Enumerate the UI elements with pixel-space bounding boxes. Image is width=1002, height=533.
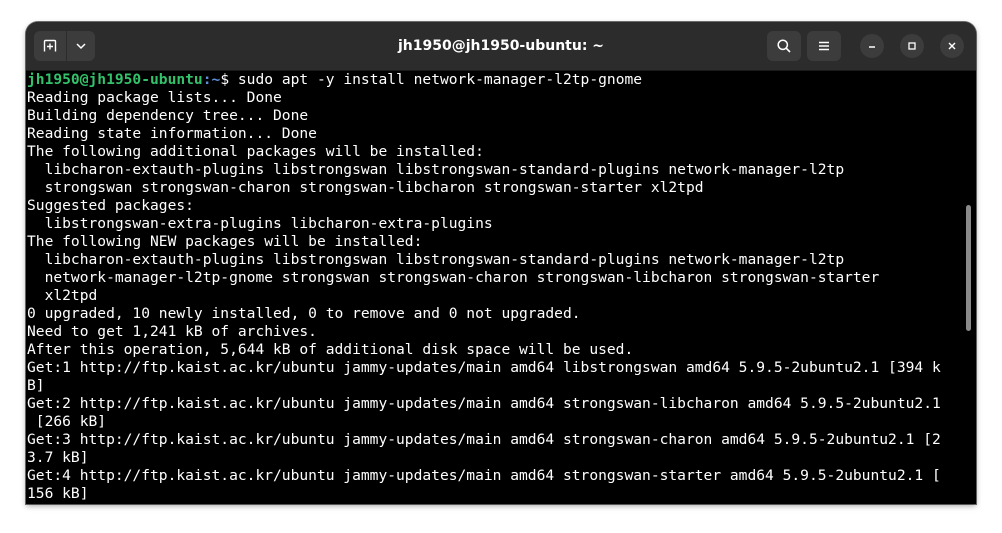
new-tab-icon	[43, 39, 57, 52]
prompt-symbol: $	[220, 71, 230, 88]
tab-button-group	[34, 31, 95, 61]
minimize-icon	[869, 46, 875, 48]
close-icon	[948, 42, 956, 50]
output-line: Get:3 http://ftp.kaist.ac.kr/ubuntu jamm…	[27, 431, 941, 448]
output-line: Get:1 http://ftp.kaist.ac.kr/ubuntu jamm…	[27, 359, 941, 376]
search-icon	[777, 39, 791, 53]
new-tab-button[interactable]	[34, 31, 66, 61]
output-line: network-manager-l2tp-gnome strongswan st…	[27, 269, 880, 286]
chevron-down-icon	[76, 43, 86, 50]
title-bar[interactable]: jh1950@jh1950-ubuntu: ~	[26, 22, 976, 71]
hamburger-menu-icon	[819, 41, 829, 51]
output-line: 3.7 kB]	[27, 449, 89, 466]
prompt-user-host: jh1950@jh1950-ubuntu	[27, 71, 203, 88]
minimize-button[interactable]	[860, 34, 884, 58]
output-line: Get:4 http://ftp.kaist.ac.kr/ubuntu jamm…	[27, 467, 941, 484]
vertical-scrollbar[interactable]	[966, 205, 971, 331]
maximize-button[interactable]	[900, 34, 924, 58]
output-line: After this operation, 5,644 kB of additi…	[27, 341, 634, 358]
output-line: Suggested packages:	[27, 197, 194, 214]
output-line: [266 kB]	[27, 413, 107, 430]
output-line: Get:2 http://ftp.kaist.ac.kr/ubuntu jamm…	[27, 395, 941, 412]
output-line: strongswan strongswan-charon strongswan-…	[27, 179, 704, 196]
maximize-icon	[908, 42, 916, 50]
output-line: The following additional packages will b…	[27, 143, 484, 160]
output-line: The following NEW packages will be insta…	[27, 233, 423, 250]
close-button[interactable]	[940, 34, 964, 58]
output-line: Reading package lists... Done	[27, 89, 282, 106]
output-line: 0 upgraded, 10 newly installed, 0 to rem…	[27, 305, 581, 322]
output-line: 156 kB]	[27, 485, 89, 502]
terminal-window: jh1950@jh1950-ubuntu: ~ jh1950@jh1950-ub…	[26, 22, 976, 504]
terminal-output-area[interactable]: jh1950@jh1950-ubuntu:~$ sudo apt -y inst…	[26, 71, 976, 504]
terminal-lines: jh1950@jh1950-ubuntu:~$ sudo apt -y inst…	[27, 71, 941, 503]
output-line: libstrongswan-extra-plugins libcharon-ex…	[27, 215, 493, 232]
new-tab-dropdown-button[interactable]	[67, 31, 95, 61]
output-line: libcharon-extauth-plugins libstrongswan …	[27, 161, 845, 178]
output-line: Building dependency tree... Done	[27, 107, 309, 124]
output-line: Need to get 1,241 kB of archives.	[27, 323, 317, 340]
output-line: xl2tpd	[27, 287, 98, 304]
prompt-path: :~	[202, 71, 221, 88]
prompt-line: jh1950@jh1950-ubuntu:~$ sudo apt -y inst…	[27, 71, 941, 89]
output-line: Reading state information... Done	[27, 125, 317, 142]
command-text: sudo apt -y install network-manager-l2tp…	[229, 71, 643, 88]
main-menu-button[interactable]	[807, 31, 841, 61]
output-line: libcharon-extauth-plugins libstrongswan …	[27, 251, 845, 268]
output-line: B]	[27, 377, 45, 394]
search-button[interactable]	[767, 31, 801, 61]
